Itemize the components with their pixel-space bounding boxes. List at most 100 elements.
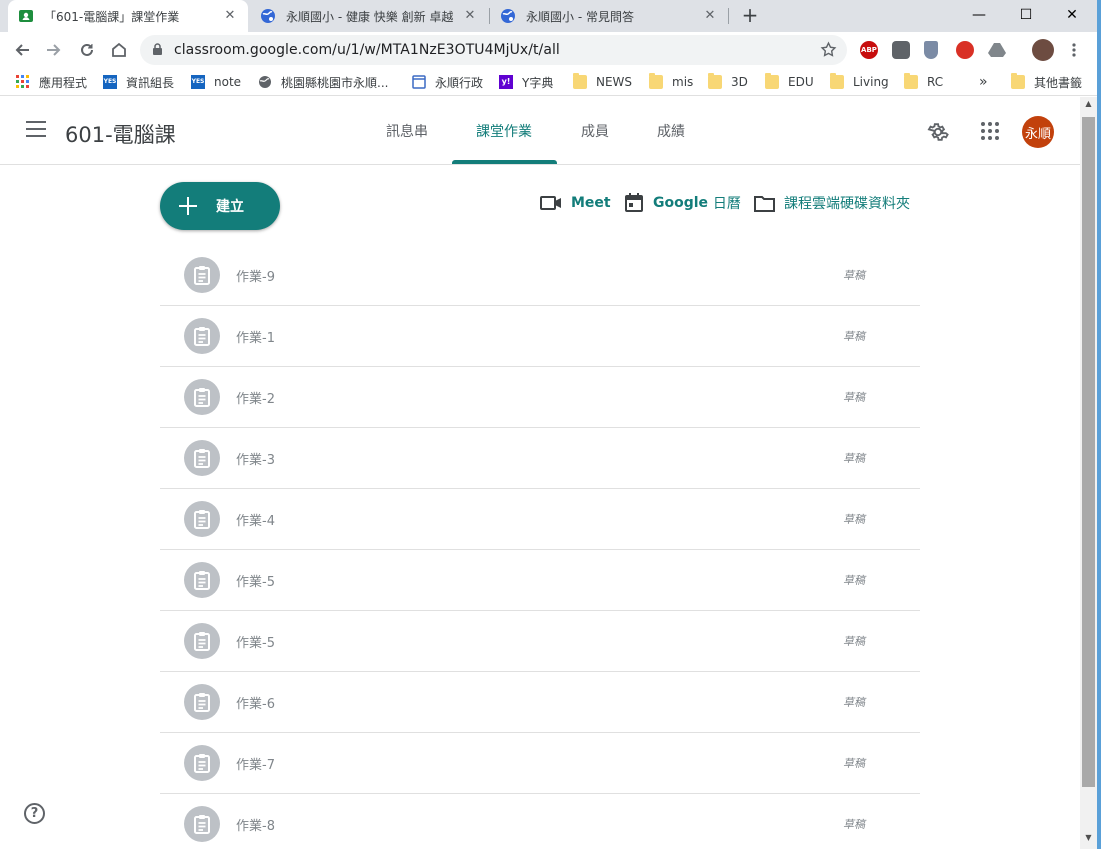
profile-avatar-icon[interactable] — [1032, 39, 1054, 61]
bookmark-folder-edu[interactable]: EDU — [765, 73, 814, 90]
assignment-row[interactable]: 作業-3 草稿 — [160, 428, 920, 489]
settings-gear-icon[interactable] — [927, 121, 949, 143]
tab-separator — [728, 8, 729, 24]
assignment-icon — [184, 501, 220, 537]
browser-toolbar: classroom.google.com/u/1/w/MTA1NzE3OTU4M… — [0, 32, 1101, 68]
assignment-row[interactable]: 作業-9 草稿 — [160, 245, 920, 306]
bookmark-label: 應用程式 — [39, 75, 88, 90]
bookmark-folder-living[interactable]: Living — [830, 73, 889, 90]
tab-title: 「601-電腦課」課堂作業 — [44, 9, 180, 24]
address-bar[interactable]: classroom.google.com/u/1/w/MTA1NzE3OTU4M… — [140, 35, 847, 65]
assignment-icon — [184, 745, 220, 781]
new-tab-button[interactable]: + — [738, 4, 762, 28]
bookmark-label: 3D — [731, 75, 748, 89]
account-avatar[interactable]: 永順 — [1022, 116, 1054, 148]
home-button[interactable] — [107, 38, 131, 62]
back-button[interactable] — [10, 38, 34, 62]
assignment-row[interactable]: 作業-5 草稿 — [160, 611, 920, 672]
folder-icon — [904, 73, 918, 89]
scroll-thumb[interactable] — [1082, 117, 1095, 787]
meet-button[interactable]: Meet — [540, 192, 611, 214]
assignment-row[interactable]: 作業-1 草稿 — [160, 306, 920, 367]
assignment-title: 作業-5 — [236, 575, 275, 590]
assignment-list: 作業-9 草稿 作業-1 草稿 作業-2 草稿 作業-3 草稿 作業-4 草稿 作業-5 草稿 作業-5… — [160, 245, 920, 855]
stop-hand-extension-icon[interactable] — [956, 41, 974, 59]
bookmark-info-leader[interactable]: YES 資訊組長 — [103, 74, 174, 90]
bookmark-folder-mis[interactable]: mis — [649, 73, 693, 90]
minimize-button[interactable]: — — [956, 0, 1002, 30]
page-scrollbar[interactable]: ▲ ▼ — [1080, 97, 1097, 849]
tab-close-icon[interactable]: ✕ — [462, 8, 478, 24]
maximize-button[interactable]: ☐ — [1003, 0, 1049, 30]
assignment-icon — [184, 806, 220, 842]
assignment-icon — [184, 379, 220, 415]
bookmark-other[interactable]: 其他書籤 — [1011, 73, 1082, 90]
bookmark-folder-news[interactable]: NEWS — [573, 73, 632, 90]
bookmark-folder-rc[interactable]: RC — [904, 73, 943, 90]
scroll-down-arrow-icon[interactable]: ▼ — [1080, 833, 1097, 847]
plus-icon — [179, 197, 197, 215]
assignment-status: 草稿 — [843, 757, 865, 770]
tab-stream[interactable]: 訊息串 — [386, 121, 428, 141]
course-title[interactable]: 601-電腦課 — [65, 119, 176, 149]
line-extension-icon[interactable] — [892, 41, 910, 59]
folder-icon — [708, 73, 722, 89]
bookmark-admin[interactable]: 永順行政 — [412, 74, 483, 90]
assignment-row[interactable]: 作業-2 草稿 — [160, 367, 920, 428]
classroom-header: 601-電腦課 訊息串 課堂作業 成員 成績 永順 — [0, 97, 1080, 165]
yes-icon: YES — [103, 75, 117, 89]
scroll-up-arrow-icon[interactable]: ▲ — [1080, 99, 1097, 113]
folder-icon — [573, 73, 587, 89]
bookmark-star-icon[interactable] — [820, 41, 837, 58]
window-border — [1097, 0, 1101, 849]
tab-close-icon[interactable]: ✕ — [702, 8, 718, 24]
assignment-status: 草稿 — [843, 513, 865, 526]
google-apps-icon[interactable] — [981, 122, 999, 140]
google-calendar-button[interactable]: Google 日曆 — [624, 192, 741, 214]
tab-people[interactable]: 成員 — [581, 121, 609, 141]
drive-extension-icon[interactable] — [988, 42, 1006, 58]
globe-icon — [501, 9, 515, 23]
assignment-row[interactable]: 作業-4 草稿 — [160, 489, 920, 550]
assignment-row[interactable]: 作業-6 草稿 — [160, 672, 920, 733]
assignment-status: 草稿 — [843, 330, 865, 343]
browser-tab-classroom[interactable]: 「601-電腦課」課堂作業 ✕ — [8, 0, 248, 32]
bookmark-apps[interactable]: 應用程式 — [16, 74, 87, 90]
calendar-label-latin: Google — [653, 195, 709, 211]
window-close-button[interactable]: ✕ — [1049, 0, 1095, 30]
assignment-row[interactable]: 作業-5 草稿 — [160, 550, 920, 611]
bookmark-folder-3d[interactable]: 3D — [708, 73, 748, 90]
help-icon[interactable]: ? — [24, 803, 45, 824]
assignment-status: 草稿 — [843, 696, 865, 709]
adblock-extension-icon[interactable]: ABP — [860, 41, 878, 59]
tab-classwork[interactable]: 課堂作業 — [476, 121, 532, 141]
browser-tab-faq[interactable]: 永順國小 - 常見問答 ✕ — [490, 0, 728, 32]
create-button[interactable]: 建立 — [160, 182, 280, 230]
bookmarks-overflow-button[interactable]: » — [979, 74, 988, 90]
assignment-row[interactable]: 作業-8 草稿 — [160, 794, 920, 855]
chrome-menu-icon[interactable] — [1068, 42, 1080, 58]
bookmark-label: Living — [853, 75, 889, 89]
assignment-row[interactable]: 作業-7 草稿 — [160, 733, 920, 794]
assignment-status: 草稿 — [843, 269, 865, 282]
shield-extension-icon[interactable] — [924, 41, 938, 59]
folder-icon — [830, 73, 844, 89]
forward-button[interactable] — [42, 38, 66, 62]
tab-grades[interactable]: 成績 — [657, 121, 685, 141]
bookmark-label: EDU — [788, 75, 814, 89]
bookmark-note[interactable]: YES note — [191, 74, 241, 90]
tab-close-icon[interactable]: ✕ — [222, 8, 238, 24]
bookmarks-bar: 應用程式 YES 資訊組長 YES note 桃園縣桃園市永順... 永順行政 … — [0, 68, 1101, 96]
bookmark-ydict[interactable]: y! Y字典 — [499, 74, 553, 90]
yahoo-icon: y! — [499, 75, 513, 89]
assignment-icon — [184, 318, 220, 354]
reload-button[interactable] — [75, 38, 99, 62]
assignment-status: 草稿 — [843, 635, 865, 648]
calendar-label-cjk: 日曆 — [712, 196, 741, 212]
drive-folder-button[interactable]: 課程雲端硬碟資料夾 — [754, 192, 910, 214]
globe-icon — [259, 76, 271, 88]
browser-tab-homepage[interactable]: 永順國小 - 健康 快樂 創新 卓越 ✕ — [250, 0, 488, 32]
main-menu-icon[interactable] — [26, 121, 46, 137]
assignment-status: 草稿 — [843, 391, 865, 404]
bookmark-taoyuan[interactable]: 桃園縣桃園市永順... — [258, 74, 388, 90]
